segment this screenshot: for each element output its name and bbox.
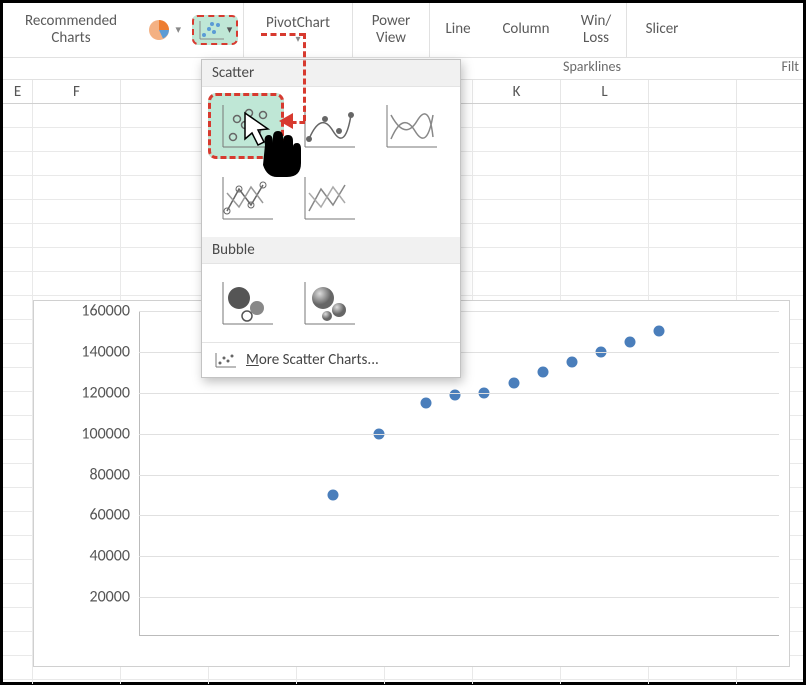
scatter-smooth-lines-option[interactable]	[372, 93, 448, 159]
bubble-2d-option[interactable]	[208, 270, 284, 336]
more-scatter-charts[interactable]: More Scatter Charts...	[202, 342, 460, 377]
pie-icon	[145, 13, 173, 47]
ribbon: Recommended Charts ▾ ▾ PivotChart Power …	[3, 3, 803, 58]
power-view-button[interactable]: Power View	[353, 3, 429, 57]
data-point	[654, 326, 665, 337]
scatter-mini-icon	[198, 19, 224, 41]
cursor-pointer-icon	[241, 109, 311, 194]
scatter-chart-button[interactable]: ▾	[187, 3, 243, 57]
y-axis-tick: 120000	[66, 383, 130, 402]
dropdown-section-scatter: Scatter	[202, 60, 460, 87]
data-point	[420, 397, 431, 408]
col-header[interactable]: F	[33, 80, 121, 103]
data-point	[450, 389, 461, 400]
pie-chart-button[interactable]: ▾	[139, 3, 187, 57]
recommended-charts-button[interactable]: Recommended Charts	[3, 3, 139, 57]
dropdown-section-bubble: Bubble	[202, 237, 460, 264]
y-axis-tick: 140000	[66, 342, 130, 361]
slicer-button[interactable]: Slicer	[627, 3, 697, 57]
col-header[interactable]: K	[473, 80, 561, 103]
col-header[interactable]	[649, 80, 737, 103]
scatter-chart-dropdown: Scatter	[201, 59, 461, 378]
y-axis-tick: 160000	[66, 302, 130, 321]
sparkline-line-button[interactable]: Line	[430, 3, 486, 57]
data-point	[625, 336, 636, 347]
bubble-3d-option[interactable]	[290, 270, 366, 336]
scatter-small-icon	[214, 351, 236, 369]
col-header[interactable]: E	[3, 80, 33, 103]
y-axis-tick: 80000	[66, 465, 130, 484]
pivotchart-button[interactable]: PivotChart	[244, 3, 352, 57]
y-axis-tick: 40000	[66, 547, 130, 566]
col-header[interactable]: L	[561, 80, 649, 103]
data-point	[537, 367, 548, 378]
col-header[interactable]	[121, 80, 209, 103]
data-point	[566, 357, 577, 368]
y-axis-tick: 100000	[66, 424, 130, 443]
data-point	[508, 377, 519, 388]
data-point	[327, 489, 338, 500]
y-axis-tick: 20000	[66, 588, 130, 607]
annotation-arrow	[261, 33, 305, 36]
sparkline-column-button[interactable]: Column	[486, 3, 566, 57]
y-axis-tick: 60000	[66, 506, 130, 525]
annotation-arrow	[303, 33, 306, 121]
sparkline-winloss-button[interactable]: Win/ Loss	[566, 3, 626, 57]
